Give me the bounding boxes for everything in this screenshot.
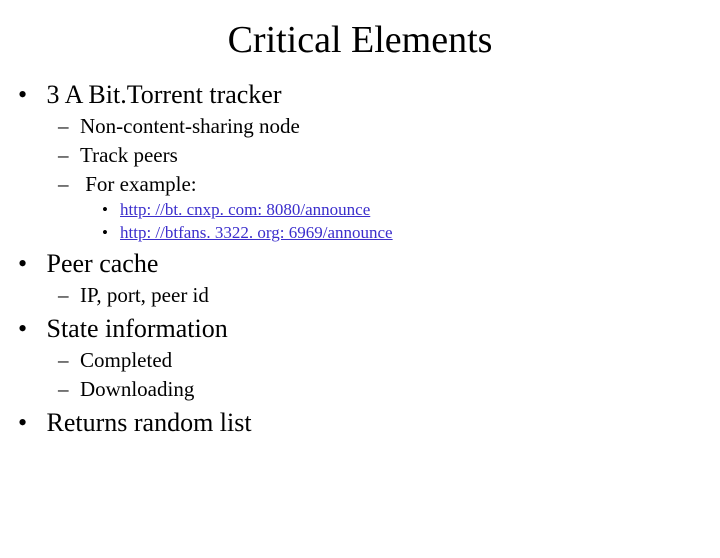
link-item: http: //bt. cnxp. com: 8080/announce [120,200,720,220]
bullet-item: 3 A Bit.Torrent tracker Non-content-shar… [40,80,720,243]
link-list: http: //bt. cnxp. com: 8080/announce htt… [80,200,720,243]
slide: Critical Elements 3 A Bit.Torrent tracke… [0,18,720,558]
sub-text: For example: [85,172,196,196]
bullet-text: Returns random list [47,408,252,437]
sub-item: For example: http: //bt. cnxp. com: 8080… [80,172,720,243]
sub-text: Track peers [80,143,178,167]
bullet-text: 3 A Bit.Torrent tracker [47,80,282,109]
bullet-text: Peer cache [47,249,159,278]
sub-item: Downloading [80,377,720,402]
sub-list: Non-content-sharing node Track peers For… [40,114,720,243]
announce-link-2[interactable]: http: //btfans. 3322. org: 6969/announce [120,223,393,242]
sub-list: Completed Downloading [40,348,720,402]
sub-item: IP, port, peer id [80,283,720,308]
sub-item: Track peers [80,143,720,168]
sub-text: Non-content-sharing node [80,114,300,138]
bullet-item: Returns random list [40,408,720,438]
link-item: http: //btfans. 3322. org: 6969/announce [120,223,720,243]
bullet-text: State information [47,314,228,343]
bullet-list: 3 A Bit.Torrent tracker Non-content-shar… [0,80,720,438]
announce-link-1[interactable]: http: //bt. cnxp. com: 8080/announce [120,200,370,219]
bullet-item: State information Completed Downloading [40,314,720,402]
sub-text: Downloading [80,377,194,401]
sub-item: Non-content-sharing node [80,114,720,139]
slide-title: Critical Elements [0,18,720,62]
bullet-item: Peer cache IP, port, peer id [40,249,720,308]
sub-text: Completed [80,348,172,372]
sub-item: Completed [80,348,720,373]
sub-text: IP, port, peer id [80,283,209,307]
sub-list: IP, port, peer id [40,283,720,308]
